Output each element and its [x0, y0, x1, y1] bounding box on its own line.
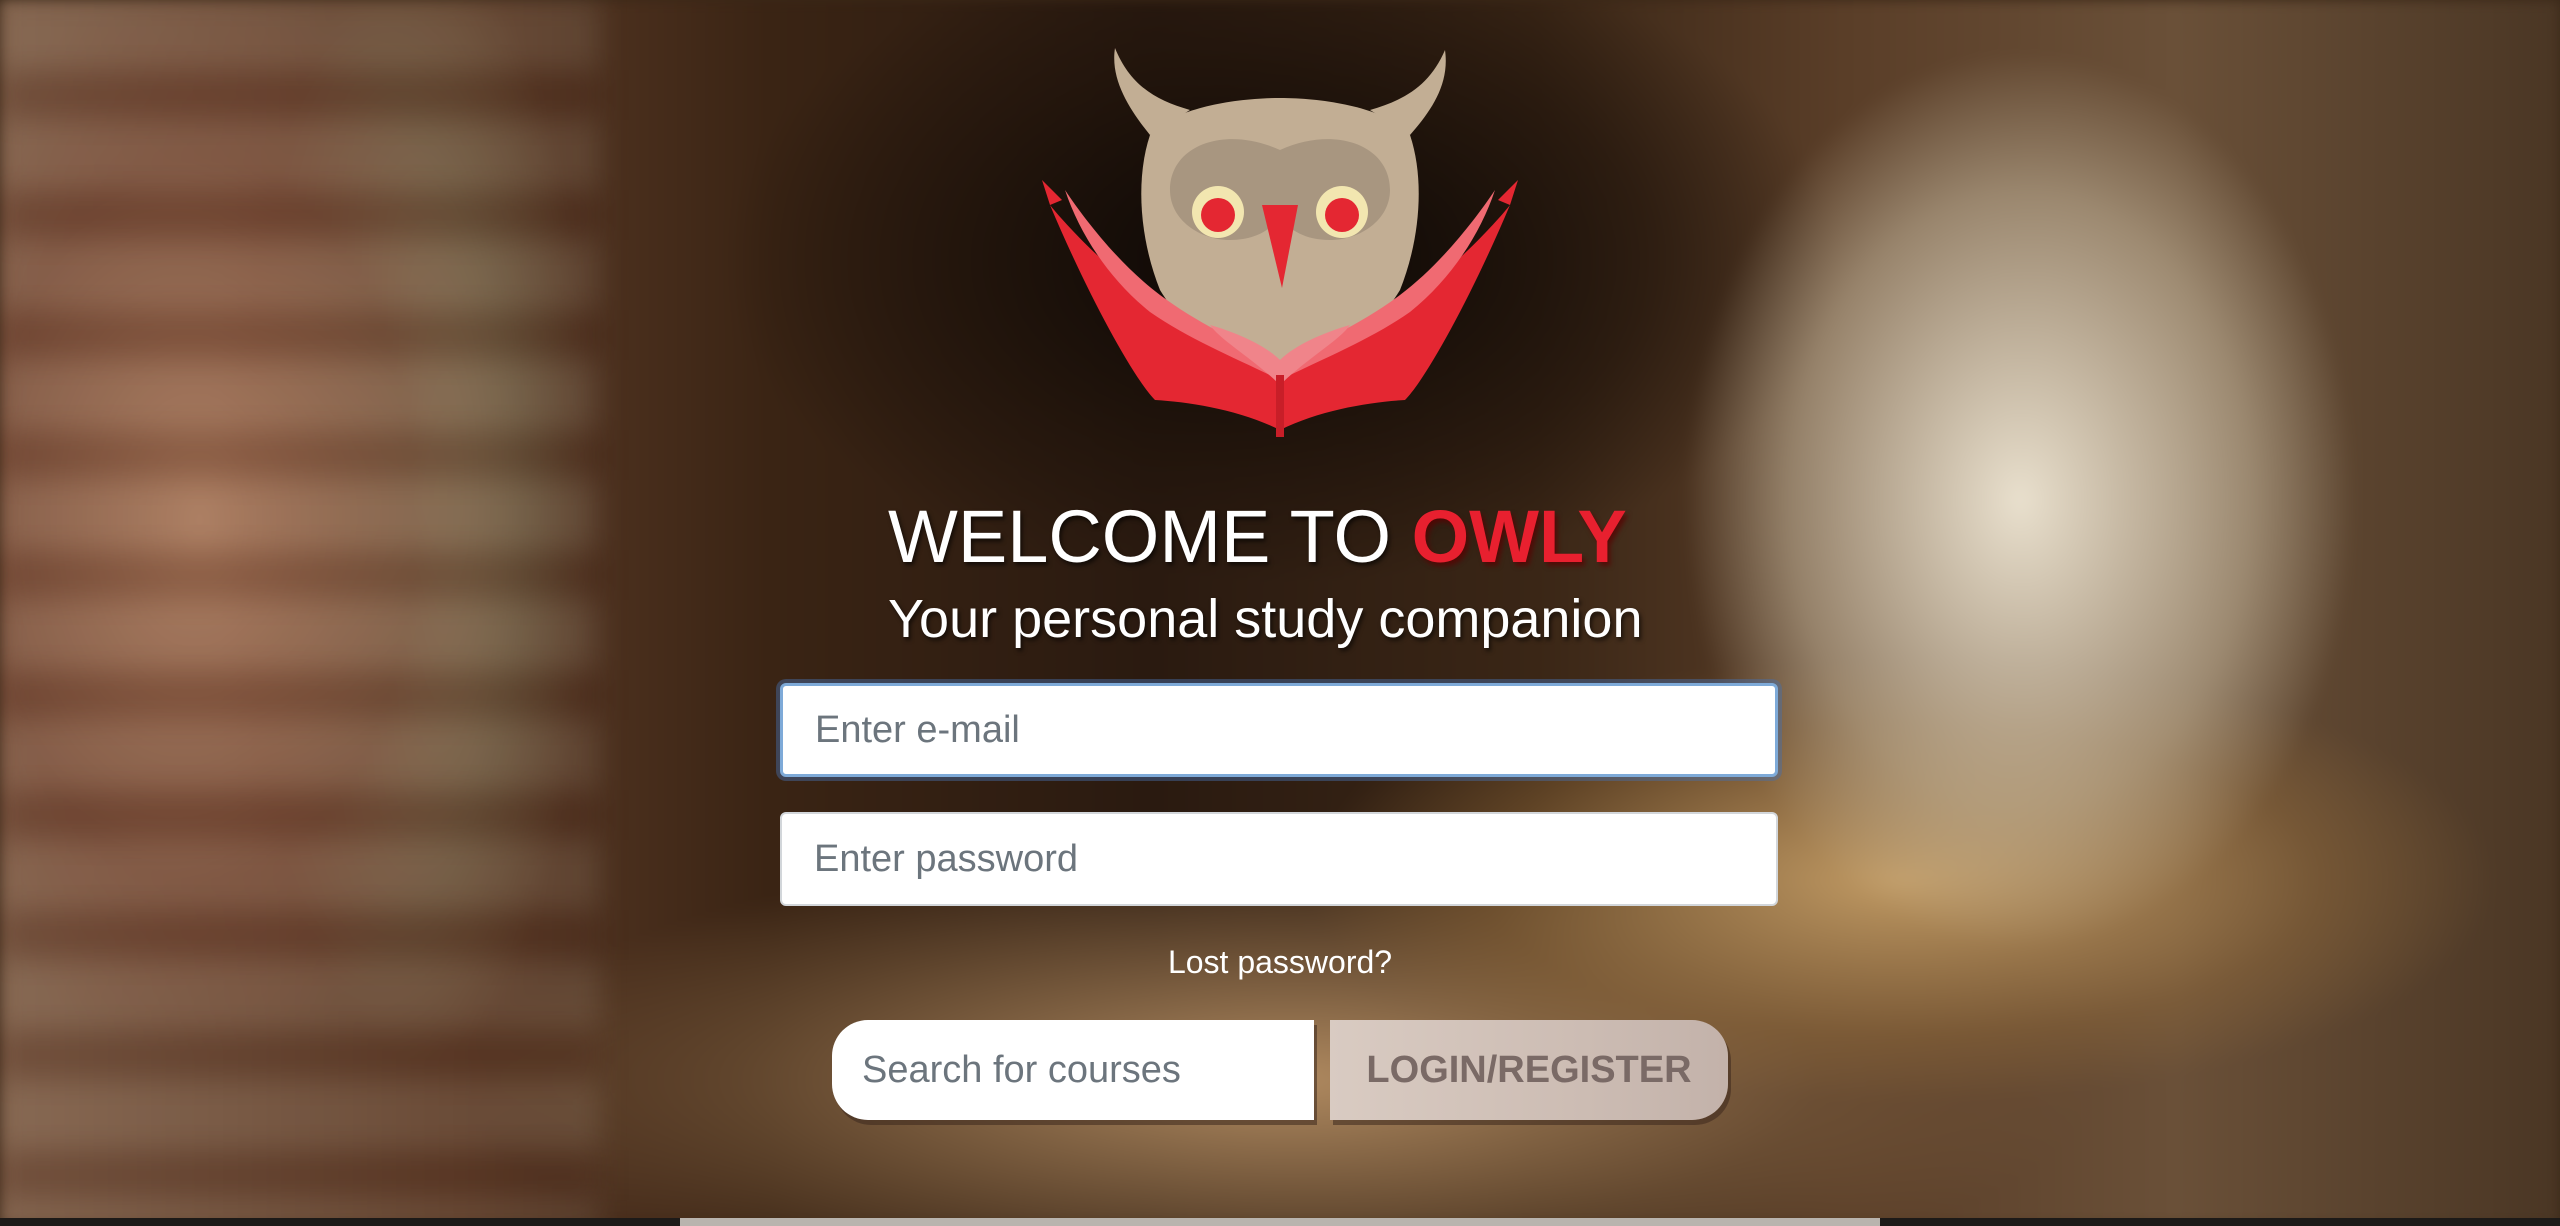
background-bookshelf: [0, 0, 600, 1226]
tagline: Your personal study companion: [888, 589, 1643, 649]
bottom-edge-highlight: [680, 1218, 1880, 1226]
course-search-input[interactable]: [832, 1020, 1314, 1120]
password-field[interactable]: [780, 812, 1778, 906]
login-register-button[interactable]: LOGIN/REGISTER: [1330, 1020, 1728, 1120]
welcome-prefix: WELCOME TO: [888, 495, 1412, 578]
bottom-edge-strip: [0, 1218, 2560, 1226]
lost-password-link[interactable]: Lost password?: [0, 944, 2560, 981]
login-page: WELCOME TO OWLY Your personal study comp…: [0, 0, 2560, 1226]
brand-name: OWLY: [1411, 495, 1627, 578]
owl-book-logo: [1042, 48, 1518, 437]
welcome-heading: WELCOME TO OWLY: [888, 494, 1627, 579]
email-field[interactable]: [780, 683, 1778, 777]
